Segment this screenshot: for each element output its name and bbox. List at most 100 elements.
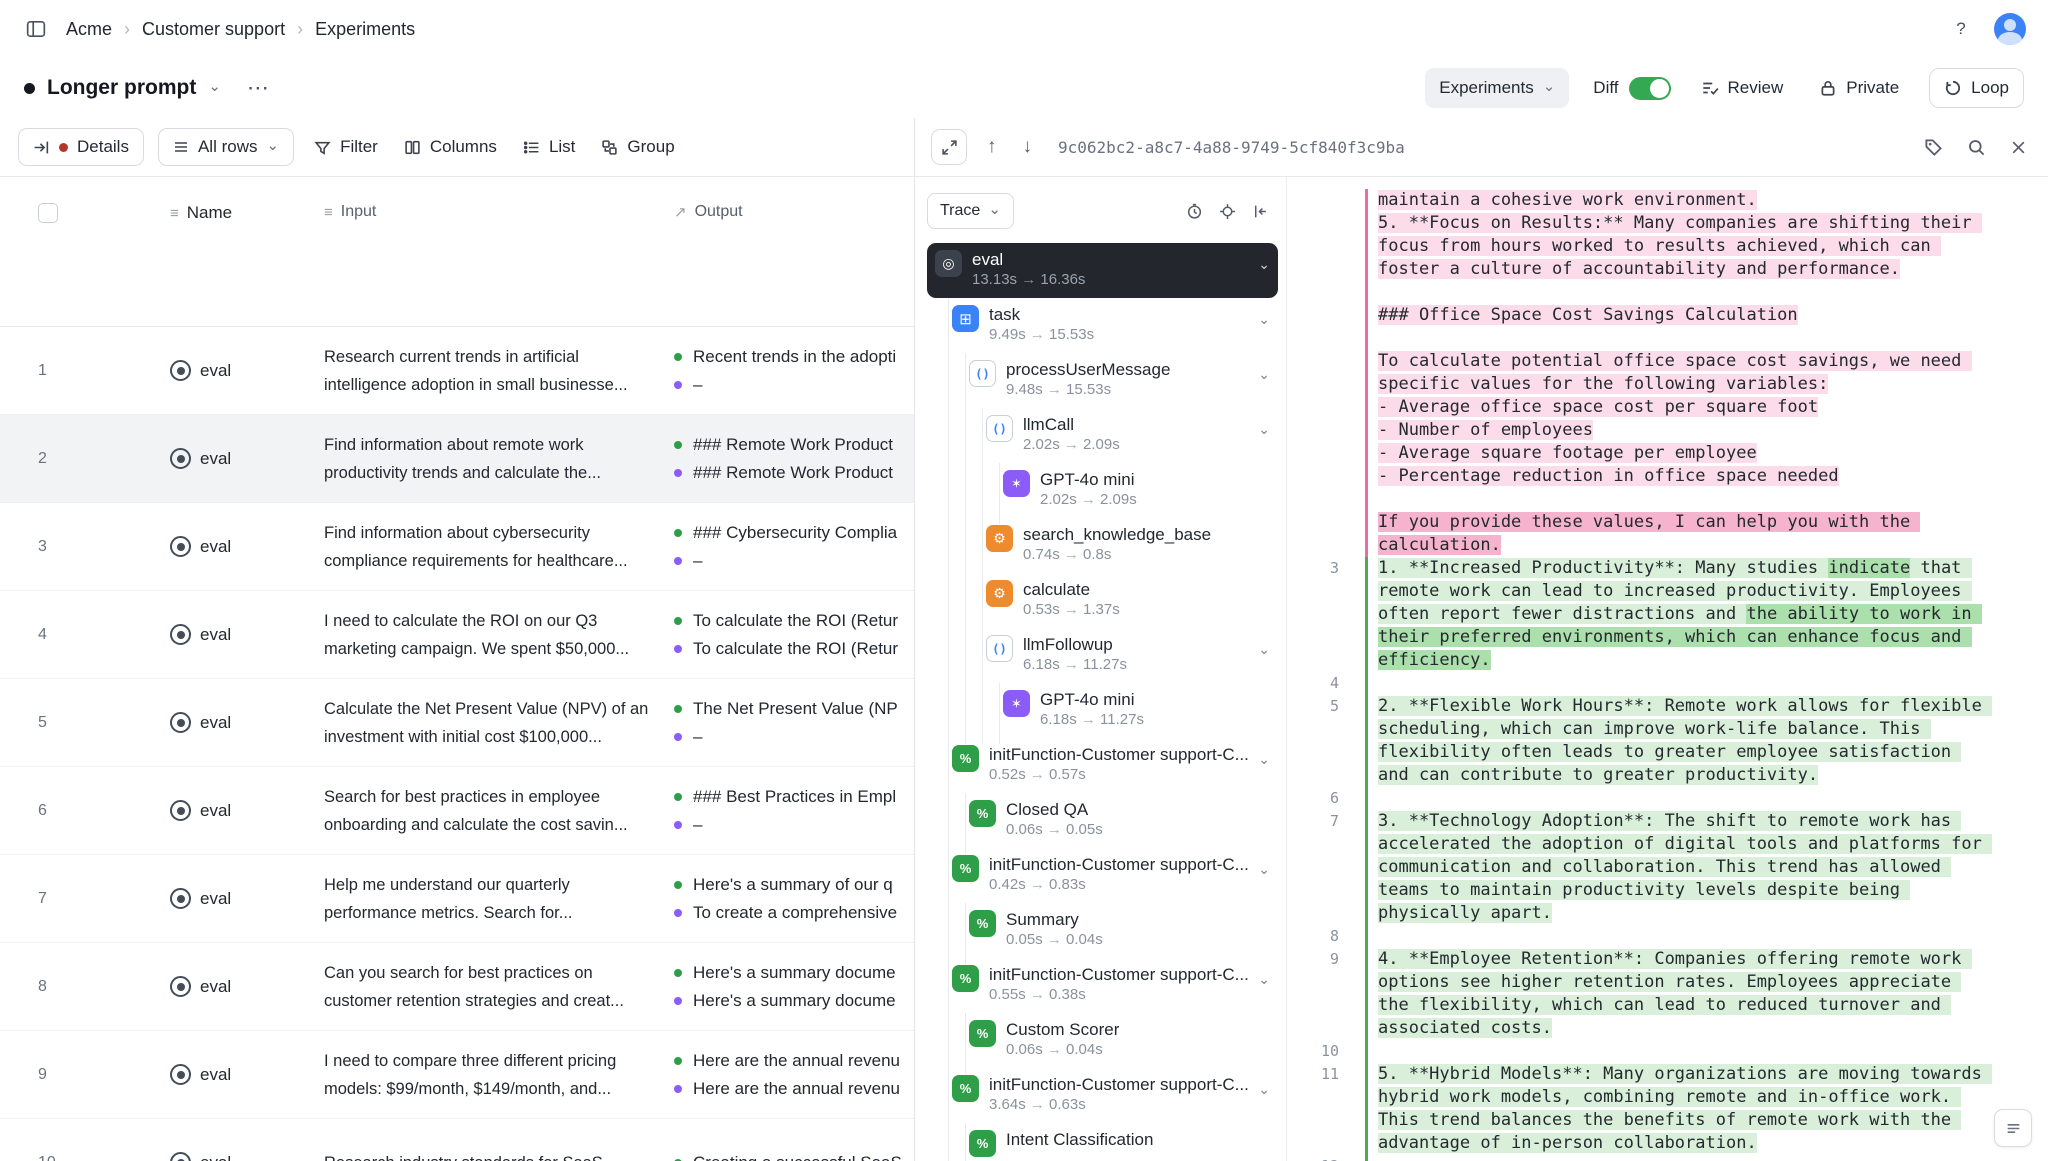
trace-node-eval[interactable]: ◎eval13.13s → 16.36s⌄ (927, 243, 1278, 298)
columns-button[interactable]: Columns (398, 127, 503, 167)
breadcrumb-item-customer-support[interactable]: Customer support (142, 19, 285, 40)
more-menu-button[interactable]: ⋯ (247, 75, 270, 101)
trace-node-meta: initFunction-Customer support-C...0.55s … (989, 964, 1249, 1005)
chevron-down-icon[interactable]: ⌄ (1258, 971, 1270, 988)
chevron-down-icon[interactable]: ⌄ (1258, 311, 1270, 328)
trace-node-initfunction-customer-support-c[interactable]: %initFunction-Customer support-C...0.52s… (927, 738, 1278, 793)
next-row-button[interactable]: ↓ (1017, 132, 1039, 162)
trace-node-initfunction-customer-support-c[interactable]: %initFunction-Customer support-C...0.42s… (927, 848, 1278, 903)
trace-node-meta: eval13.13s → 16.36s (972, 249, 1085, 290)
llm-icon: ✶ (1003, 690, 1030, 717)
collapse-all-icon[interactable] (1247, 198, 1274, 225)
trace-node-durations: 6.18s → 11.27s (1023, 655, 1127, 675)
trace-node-label: initFunction-Customer support-C... (989, 964, 1249, 985)
chevron-down-icon[interactable]: ⌄ (1258, 366, 1270, 383)
table-row[interactable]: 6evalSearch for best practices in employ… (0, 767, 914, 855)
trace-node-llmcall[interactable]: ()llmCall2.02s → 2.09s⌄ (927, 408, 1278, 463)
eval-icon (170, 976, 191, 997)
tree-guide-line (969, 634, 986, 683)
table-row[interactable]: 1evalResearch current trends in artifici… (0, 327, 914, 415)
details-button[interactable]: Details (18, 128, 144, 166)
table-row[interactable]: 4evalI need to calculate the ROI on our … (0, 591, 914, 679)
previous-row-button[interactable]: ↑ (981, 132, 1003, 162)
table-row[interactable]: 5evalCalculate the Net Present Value (NP… (0, 679, 914, 767)
log-format-button[interactable] (1994, 1109, 2032, 1147)
timer-icon[interactable] (1181, 198, 1208, 225)
trace-node-closed-qa[interactable]: %Closed QA0.06s → 0.05s (927, 793, 1278, 848)
trace-node-task[interactable]: ⊞task9.49s → 15.53s⌄ (927, 298, 1278, 353)
trace-pane: Trace⌄ (915, 177, 1287, 1161)
tree-guide-line (952, 1019, 969, 1068)
trace-node-meta: calculate0.53s → 1.37s (1023, 579, 1120, 620)
diff-line-text: 4. **Employee Retention**: Companies off… (1365, 948, 2048, 1040)
row-number: 4 (0, 626, 170, 644)
trace-node-llmfollowup[interactable]: ()llmFollowup6.18s → 11.27s⌄ (927, 628, 1278, 683)
tag-icon[interactable] (1919, 133, 1948, 162)
trace-view-dropdown[interactable]: Trace⌄ (927, 193, 1014, 229)
trace-node-calculate[interactable]: ⚙calculate0.53s → 1.37s (927, 573, 1278, 628)
trace-node-gpt-4o-mini[interactable]: ✶GPT-4o mini2.02s → 2.09s (927, 463, 1278, 518)
trace-node-search-knowledge-base[interactable]: ⚙search_knowledge_base0.74s → 0.8s (927, 518, 1278, 573)
tree-guide-line (935, 524, 952, 573)
chevron-down-icon[interactable]: ⌄ (1258, 861, 1270, 878)
row-output: ### Best Practices in Empl– (674, 783, 914, 839)
trace-node-label: initFunction-Customer support-C... (989, 744, 1249, 765)
breadcrumb-item-experiments[interactable]: Experiments (315, 19, 415, 40)
trace-node-initfunction-customer-support-c[interactable]: %initFunction-Customer support-C...0.55s… (927, 958, 1278, 1013)
table-row[interactable]: 9evalI need to compare three different p… (0, 1031, 914, 1119)
trace-panel-header: ↑ ↓ 9c062bc2-a8c7-4a88-9749-5cf840f3c9ba (915, 118, 2048, 177)
review-button[interactable]: Review (1695, 68, 1790, 108)
column-header-output[interactable]: ↗Output (674, 203, 914, 221)
loop-icon (1944, 79, 1962, 97)
help-icon[interactable]: ? (1946, 14, 1976, 44)
chevron-down-icon[interactable]: ⌄ (208, 79, 221, 94)
filter-button[interactable]: Filter (308, 127, 384, 167)
private-button[interactable]: Private (1813, 68, 1905, 108)
trace-node-processusermessage[interactable]: ()processUserMessage9.48s → 15.53s⌄ (927, 353, 1278, 408)
diff-line-number: 11 (1287, 1063, 1365, 1086)
trace-node-intent-classification[interactable]: %Intent Classification (927, 1123, 1278, 1161)
trace-node-initfunction-customer-support-c[interactable]: %initFunction-Customer support-C...3.64s… (927, 1068, 1278, 1123)
chevron-down-icon[interactable]: ⌄ (1258, 421, 1270, 438)
arrow-right-icon: → (1047, 1041, 1062, 1058)
diff-line: 31. **Increased Productivity**: Many stu… (1287, 557, 2048, 672)
column-header-name[interactable]: ≡Name (170, 203, 324, 223)
sidebar-toggle-icon[interactable] (22, 15, 50, 43)
group-button[interactable]: Group (595, 127, 680, 167)
chevron-down-icon[interactable]: ⌄ (1258, 1081, 1270, 1098)
trace-node-custom-scorer[interactable]: %Custom Scorer0.06s → 0.04s (927, 1013, 1278, 1068)
tree-guide-line (935, 799, 952, 848)
table-row[interactable]: 2evalFind information about remote work … (0, 415, 914, 503)
row-output: Here's a summary documeHere's a summary … (674, 959, 914, 1015)
chevron-down-icon[interactable]: ⌄ (1258, 751, 1270, 768)
score-dot-green (674, 529, 682, 537)
chevron-down-icon[interactable]: ⌄ (1258, 256, 1270, 273)
select-all-checkbox[interactable] (38, 203, 58, 223)
trace-node-gpt-4o-mini[interactable]: ✶GPT-4o mini6.18s → 11.27s (927, 683, 1278, 738)
table-row[interactable]: 10evalResearch industry standards for Sa… (0, 1119, 914, 1161)
trace-node-label: llmFollowup (1023, 634, 1127, 655)
tool-icon: ⚙ (986, 525, 1013, 552)
row-input: Find information about cybersecurity com… (324, 519, 674, 575)
list-view-button[interactable]: List (517, 127, 581, 167)
output-line: To calculate the ROI (Retur (674, 635, 914, 663)
table-row[interactable]: 7evalHelp me understand our quarterly pe… (0, 855, 914, 943)
avatar[interactable] (1994, 13, 2026, 45)
table-row[interactable]: 8evalCan you search for best practices o… (0, 943, 914, 1031)
output-line: ### Best Practices in Empl (674, 783, 914, 811)
trace-node-summary[interactable]: %Summary0.05s → 0.04s (927, 903, 1278, 958)
search-icon[interactable] (1962, 133, 1991, 162)
experiments-view-dropdown[interactable]: Experiments⌄ (1425, 68, 1569, 108)
crosshair-icon[interactable] (1214, 198, 1241, 225)
chevron-down-icon[interactable]: ⌄ (1258, 641, 1270, 658)
trace-node-durations: 9.48s → 15.53s (1006, 380, 1170, 400)
loop-button[interactable]: Loop (1929, 68, 2024, 108)
breadcrumb-item-acme[interactable]: Acme (66, 19, 112, 40)
close-panel-icon[interactable] (2005, 134, 2032, 161)
table-row[interactable]: 3evalFind information about cybersecurit… (0, 503, 914, 591)
row-name: eval (170, 360, 324, 381)
all-rows-dropdown[interactable]: All rows⌄ (158, 128, 294, 166)
diff-toggle[interactable] (1629, 77, 1671, 100)
column-header-input[interactable]: ≡Input (324, 203, 674, 221)
expand-panel-button[interactable] (931, 129, 967, 165)
